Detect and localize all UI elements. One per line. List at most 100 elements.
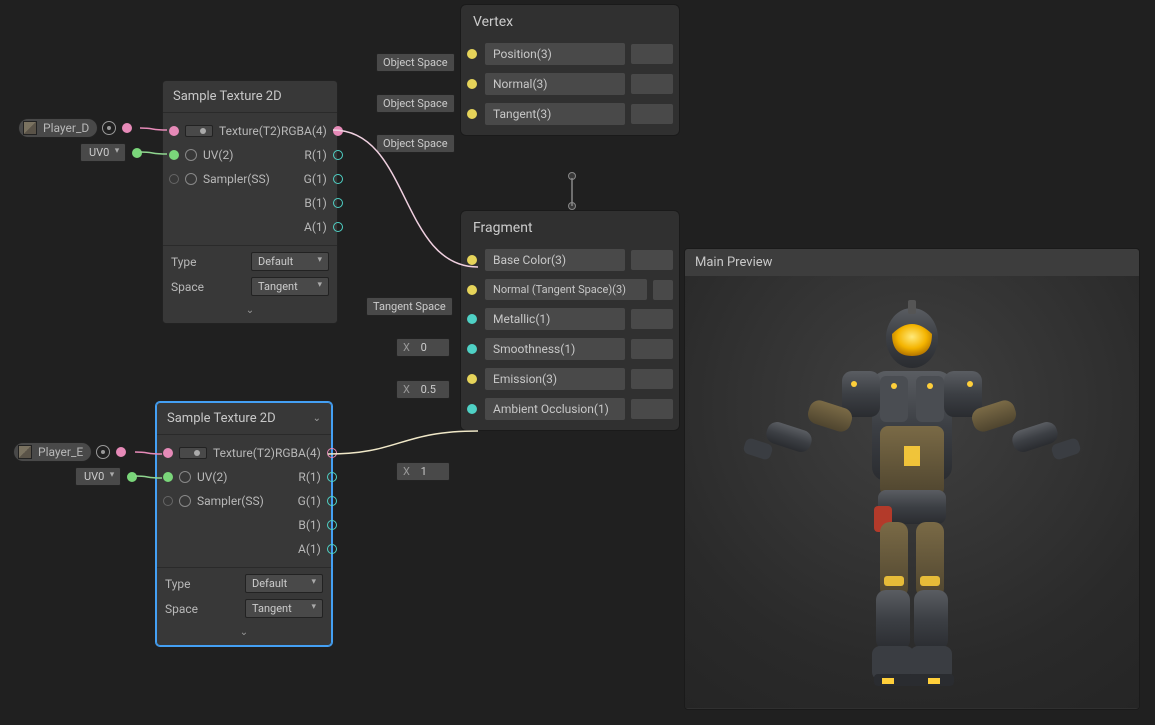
node-sample-texture-2d-2[interactable]: Sample Texture 2D⌄ Texture(T2) UV(2) Sam… [156,402,332,646]
radio-icon [179,471,191,483]
slot-value[interactable] [653,280,673,300]
input-port-tangent[interactable] [467,109,477,119]
picker-icon[interactable] [102,121,116,135]
output-port-a[interactable] [333,222,343,232]
slot-position: Position(3) [485,43,625,65]
output-port[interactable] [127,472,137,482]
slot-value[interactable] [631,74,673,94]
port-label: B(1) [304,196,327,210]
character-preview [732,276,1092,706]
output-port[interactable] [132,148,142,158]
master-stack-fragment[interactable]: Fragment Base Color(3) Normal (Tangent S… [460,210,680,431]
slot-metallic: Metallic(1) [485,308,625,330]
port-label: B(1) [298,518,321,532]
uv-value: UV0 [89,146,109,159]
radio-icon [185,125,213,137]
input-port-sampler[interactable] [169,174,179,184]
type-label: Type [165,577,191,591]
port-label: R(1) [304,148,326,162]
input-port-texture[interactable] [163,448,173,458]
output-port-rgba[interactable] [327,448,337,458]
slot-value[interactable] [631,339,673,359]
space-pill-position[interactable]: Object Space [376,53,455,72]
output-port-b[interactable] [333,198,343,208]
slot-value[interactable] [631,309,673,329]
slot-value[interactable] [631,104,673,124]
input-port-ao[interactable] [467,404,477,414]
property-label: Player_E [38,445,83,459]
port-label: Sampler(SS) [203,172,270,186]
output-port-r[interactable] [327,472,337,482]
space-pill-normal-ts[interactable]: Tangent Space [366,297,453,316]
master-stack-vertex[interactable]: Vertex Position(3) Normal(3) Tangent(3) [460,4,680,136]
stack-connector-line [570,178,574,206]
slot-emission: Emission(3) [485,368,625,390]
stack-title: Fragment [461,211,679,245]
property-player-d[interactable]: Player_D [18,118,132,138]
output-port-a[interactable] [327,544,337,554]
input-port-position[interactable] [467,49,477,59]
input-port-smoothness[interactable] [467,344,477,354]
port-label: G(1) [304,172,327,186]
texture-swatch-icon [23,121,37,135]
slot-value[interactable] [631,369,673,389]
output-port-g[interactable] [333,174,343,184]
slot-tangent: Tangent(3) [485,103,625,125]
slot-value[interactable] [631,250,673,270]
type-dropdown[interactable]: Default [245,574,323,593]
port-label: G(1) [298,494,321,508]
port-label: Texture(T2) [213,446,275,460]
output-port[interactable] [116,447,126,457]
property-player-e[interactable]: Player_E [13,442,126,462]
radio-icon [179,495,191,507]
port-label: A(1) [298,542,321,556]
node-title[interactable]: Sample Texture 2D⌄ [157,403,331,435]
output-port-r[interactable] [333,150,343,160]
input-port-metallic[interactable] [467,314,477,324]
input-port-basecolor[interactable] [467,255,477,265]
input-port-uv[interactable] [169,150,179,160]
port-label: A(1) [304,220,327,234]
uv-dropdown-2: UV0 [75,467,137,486]
panel-title[interactable]: Main Preview [685,249,1139,276]
collapse-toggle[interactable]: ⌄ [165,624,323,643]
float-field-ao[interactable]: X 1 [396,462,450,481]
node-title[interactable]: Sample Texture 2D [163,81,337,113]
float-field-metallic[interactable]: X 0 [396,338,450,357]
space-pill-normal[interactable]: Object Space [376,94,455,113]
slot-value[interactable] [631,399,673,419]
output-port-b[interactable] [327,520,337,530]
input-port-normal[interactable] [467,79,477,89]
port-label: UV(2) [197,470,227,484]
port-label: Sampler(SS) [197,494,264,508]
texture-swatch-icon [18,445,32,459]
output-port[interactable] [122,123,132,133]
input-port-normal-ts[interactable] [467,285,477,295]
input-port-texture[interactable] [169,126,179,136]
type-label: Type [171,255,197,269]
output-port-rgba[interactable] [333,126,343,136]
input-port-emission[interactable] [467,374,477,384]
uv-dropdown-1: UV0 [80,143,142,162]
output-port-g[interactable] [327,496,337,506]
main-preview-panel[interactable]: Main Preview [684,248,1140,710]
uv-value: UV0 [84,470,104,483]
radio-icon [185,173,197,185]
slot-value[interactable] [631,44,673,64]
property-label: Player_D [43,121,89,135]
type-dropdown[interactable]: Default [251,252,329,271]
port-label: RGBA(4) [281,124,327,138]
space-pill-tangent[interactable]: Object Space [376,134,455,153]
preview-viewport[interactable] [685,276,1139,708]
float-field-smoothness[interactable]: X 0.5 [396,380,450,399]
input-port-uv[interactable] [163,472,173,482]
collapse-toggle[interactable]: ⌄ [171,302,329,321]
slot-smoothness: Smoothness(1) [485,338,625,360]
input-port-sampler[interactable] [163,496,173,506]
space-dropdown[interactable]: Tangent [251,277,329,296]
space-dropdown[interactable]: Tangent [245,599,323,618]
port-label: UV(2) [203,148,233,162]
node-sample-texture-2d-1[interactable]: Sample Texture 2D Texture(T2) UV(2) Samp… [162,80,338,324]
picker-icon[interactable] [96,445,110,459]
port-label: R(1) [298,470,320,484]
